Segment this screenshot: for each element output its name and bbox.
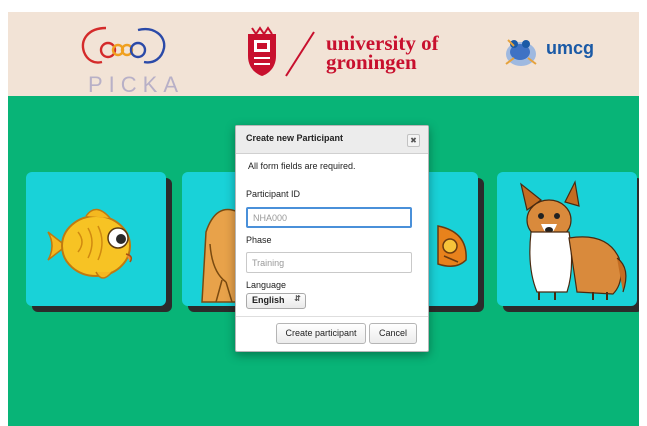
language-select[interactable]: English ⇵ bbox=[246, 293, 306, 309]
phase-input[interactable] bbox=[246, 252, 412, 273]
university-line2: groningen bbox=[326, 50, 417, 74]
rug-slash-icon bbox=[285, 31, 315, 77]
header-bar: PICKA university of groningen umcg bbox=[8, 12, 639, 97]
university-name: university of groningen bbox=[326, 33, 439, 74]
participant-id-label: Participant ID bbox=[246, 189, 301, 199]
close-icon[interactable]: ✖ bbox=[407, 134, 420, 147]
picture-card-fish[interactable] bbox=[26, 172, 166, 306]
language-label: Language bbox=[246, 280, 287, 290]
participant-id-input[interactable] bbox=[246, 207, 412, 228]
umcg-frog-icon bbox=[505, 39, 537, 66]
language-selected-value: English bbox=[252, 295, 285, 305]
phase-label: Phase bbox=[246, 235, 272, 245]
dialog-divider bbox=[236, 316, 428, 317]
dialog-title: Create new Participant bbox=[246, 133, 344, 143]
dog-icon bbox=[520, 180, 627, 300]
picka-faces-icon bbox=[81, 26, 166, 64]
cancel-button[interactable]: Cancel bbox=[369, 323, 417, 344]
select-arrows-icon: ⇵ bbox=[294, 294, 301, 303]
picka-wordmark: PICKA bbox=[88, 72, 185, 97]
rug-crest-icon bbox=[248, 26, 276, 76]
main-area: Create new Participant ✖ All form fields… bbox=[8, 96, 639, 426]
app-frame: PICKA university of groningen umcg Creat… bbox=[8, 12, 639, 426]
picka-logo: PICKA bbox=[74, 22, 185, 97]
required-notice: All form fields are required. bbox=[248, 161, 356, 171]
umcg-wordmark: umcg bbox=[546, 38, 595, 58]
create-participant-dialog: Create new Participant ✖ All form fields… bbox=[235, 125, 429, 352]
picture-card-dog[interactable] bbox=[497, 172, 637, 306]
dialog-titlebar: Create new Participant ✖ bbox=[236, 126, 428, 154]
fish-icon bbox=[47, 208, 133, 279]
create-participant-button[interactable]: Create participant bbox=[276, 323, 366, 344]
